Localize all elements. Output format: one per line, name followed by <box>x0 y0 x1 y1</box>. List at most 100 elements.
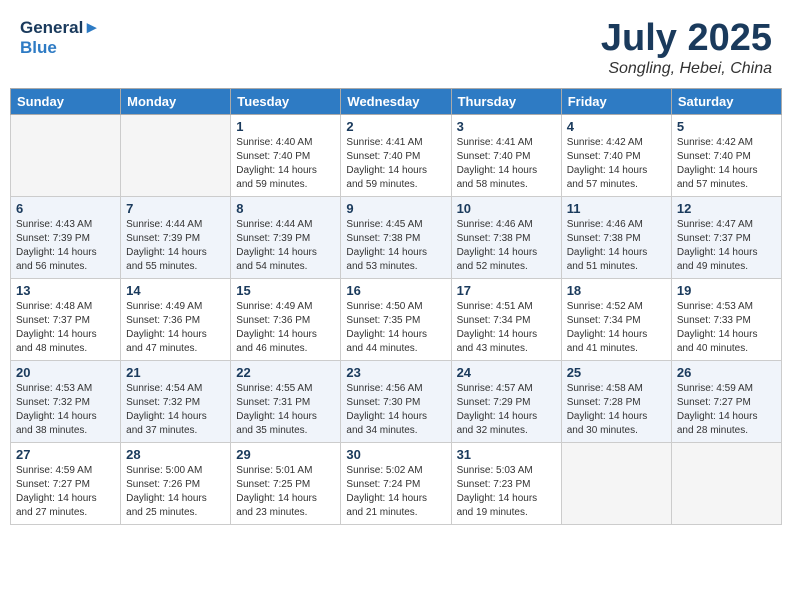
calendar-cell: 6 Sunrise: 4:43 AMSunset: 7:39 PMDaylight… <box>11 196 121 278</box>
weekday-header-thursday: Thursday <box>451 88 561 114</box>
day-number: 11 <box>567 201 666 216</box>
weekday-header-monday: Monday <box>121 88 231 114</box>
day-number: 9 <box>346 201 445 216</box>
day-info: Sunrise: 4:42 AMSunset: 7:40 PMDaylight:… <box>567 136 666 192</box>
day-number: 18 <box>567 283 666 298</box>
day-info: Sunrise: 4:52 AMSunset: 7:34 PMDaylight:… <box>567 300 666 356</box>
day-number: 8 <box>236 201 335 216</box>
calendar-week-5: 27 Sunrise: 4:59 AMSunset: 7:27 PMDayligh… <box>11 442 782 524</box>
calendar-cell: 7 Sunrise: 4:44 AMSunset: 7:39 PMDaylight… <box>121 196 231 278</box>
calendar-cell: 18 Sunrise: 4:52 AMSunset: 7:34 PMDayligh… <box>561 278 671 360</box>
day-info: Sunrise: 4:51 AMSunset: 7:34 PMDaylight:… <box>457 300 556 356</box>
calendar-cell: 14 Sunrise: 4:49 AMSunset: 7:36 PMDayligh… <box>121 278 231 360</box>
day-info: Sunrise: 4:50 AMSunset: 7:35 PMDaylight:… <box>346 300 445 356</box>
day-info: Sunrise: 4:59 AMSunset: 7:27 PMDaylight:… <box>677 382 776 438</box>
day-info: Sunrise: 4:43 AMSunset: 7:39 PMDaylight:… <box>16 218 115 274</box>
logo-subtext: Blue <box>20 38 100 58</box>
day-number: 3 <box>457 119 556 134</box>
day-info: Sunrise: 4:41 AMSunset: 7:40 PMDaylight:… <box>346 136 445 192</box>
day-number: 16 <box>346 283 445 298</box>
calendar-cell: 26 Sunrise: 4:59 AMSunset: 7:27 PMDayligh… <box>671 360 781 442</box>
day-number: 12 <box>677 201 776 216</box>
calendar-cell: 9 Sunrise: 4:45 AMSunset: 7:38 PMDaylight… <box>341 196 451 278</box>
calendar-week-2: 6 Sunrise: 4:43 AMSunset: 7:39 PMDaylight… <box>11 196 782 278</box>
day-info: Sunrise: 4:44 AMSunset: 7:39 PMDaylight:… <box>236 218 335 274</box>
weekday-header-friday: Friday <box>561 88 671 114</box>
calendar-cell: 2 Sunrise: 4:41 AMSunset: 7:40 PMDaylight… <box>341 114 451 196</box>
calendar-cell: 17 Sunrise: 4:51 AMSunset: 7:34 PMDayligh… <box>451 278 561 360</box>
month-title: July 2025 <box>601 18 772 60</box>
calendar-cell: 10 Sunrise: 4:46 AMSunset: 7:38 PMDayligh… <box>451 196 561 278</box>
calendar-cell: 24Sunrise: 4:57 AMSunset: 7:29 PMDayligh… <box>451 360 561 442</box>
calendar-cell <box>121 114 231 196</box>
day-number: 4 <box>567 119 666 134</box>
day-number: 31 <box>457 447 556 462</box>
day-info: Sunrise: 4:58 AMSunset: 7:28 PMDaylight:… <box>567 382 666 438</box>
calendar-cell: 30Sunrise: 5:02 AMSunset: 7:24 PMDayligh… <box>341 442 451 524</box>
calendar-cell: 19Sunrise: 4:53 AMSunset: 7:33 PMDayligh… <box>671 278 781 360</box>
calendar-cell: 31 Sunrise: 5:03 AMSunset: 7:23 PMDayligh… <box>451 442 561 524</box>
day-info: Sunrise: 4:42 AMSunset: 7:40 PMDaylight:… <box>677 136 776 192</box>
day-number: 22 <box>236 365 335 380</box>
calendar-cell: 5 Sunrise: 4:42 AMSunset: 7:40 PMDaylight… <box>671 114 781 196</box>
day-info: Sunrise: 4:46 AMSunset: 7:38 PMDaylight:… <box>567 218 666 274</box>
calendar-cell: 3 Sunrise: 4:41 AMSunset: 7:40 PMDaylight… <box>451 114 561 196</box>
day-number: 15 <box>236 283 335 298</box>
day-info: Sunrise: 4:45 AMSunset: 7:38 PMDaylight:… <box>346 218 445 274</box>
weekday-header-row: SundayMondayTuesdayWednesdayThursdayFrid… <box>11 88 782 114</box>
day-number: 26 <box>677 365 776 380</box>
day-info: Sunrise: 4:59 AMSunset: 7:27 PMDaylight:… <box>16 464 115 520</box>
day-number: 23 <box>346 365 445 380</box>
day-info: Sunrise: 4:46 AMSunset: 7:38 PMDaylight:… <box>457 218 556 274</box>
day-info: Sunrise: 4:40 AMSunset: 7:40 PMDaylight:… <box>236 136 335 192</box>
calendar-cell: 21 Sunrise: 4:54 AMSunset: 7:32 PMDayligh… <box>121 360 231 442</box>
day-number: 13 <box>16 283 115 298</box>
day-number: 2 <box>346 119 445 134</box>
calendar-cell: 1Sunrise: 4:40 AMSunset: 7:40 PMDaylight… <box>231 114 341 196</box>
day-info: Sunrise: 5:03 AMSunset: 7:23 PMDaylight:… <box>457 464 556 520</box>
day-info: Sunrise: 4:56 AMSunset: 7:30 PMDaylight:… <box>346 382 445 438</box>
day-info: Sunrise: 4:48 AMSunset: 7:37 PMDaylight:… <box>16 300 115 356</box>
day-info: Sunrise: 4:54 AMSunset: 7:32 PMDaylight:… <box>126 382 225 438</box>
calendar-week-3: 13 Sunrise: 4:48 AMSunset: 7:37 PMDayligh… <box>11 278 782 360</box>
day-number: 6 <box>16 201 115 216</box>
day-number: 19 <box>677 283 776 298</box>
day-number: 7 <box>126 201 225 216</box>
weekday-header-saturday: Saturday <box>671 88 781 114</box>
calendar-cell <box>11 114 121 196</box>
calendar-cell: 28 Sunrise: 5:00 AMSunset: 7:26 PMDayligh… <box>121 442 231 524</box>
calendar-cell: 23 Sunrise: 4:56 AMSunset: 7:30 PMDayligh… <box>341 360 451 442</box>
day-number: 28 <box>126 447 225 462</box>
weekday-header-tuesday: Tuesday <box>231 88 341 114</box>
calendar-table: SundayMondayTuesdayWednesdayThursdayFrid… <box>10 88 782 525</box>
day-info: Sunrise: 4:49 AMSunset: 7:36 PMDaylight:… <box>126 300 225 356</box>
calendar-cell: 25 Sunrise: 4:58 AMSunset: 7:28 PMDayligh… <box>561 360 671 442</box>
day-info: Sunrise: 4:41 AMSunset: 7:40 PMDaylight:… <box>457 136 556 192</box>
day-number: 21 <box>126 365 225 380</box>
day-info: Sunrise: 4:44 AMSunset: 7:39 PMDaylight:… <box>126 218 225 274</box>
calendar-cell: 13 Sunrise: 4:48 AMSunset: 7:37 PMDayligh… <box>11 278 121 360</box>
day-number: 10 <box>457 201 556 216</box>
calendar-cell <box>561 442 671 524</box>
day-number: 14 <box>126 283 225 298</box>
logo: General► Blue <box>20 18 100 57</box>
calendar-cell: 29Sunrise: 5:01 AMSunset: 7:25 PMDayligh… <box>231 442 341 524</box>
day-info: Sunrise: 5:00 AMSunset: 7:26 PMDaylight:… <box>126 464 225 520</box>
calendar-cell: 20 Sunrise: 4:53 AMSunset: 7:32 PMDayligh… <box>11 360 121 442</box>
weekday-header-sunday: Sunday <box>11 88 121 114</box>
location-title: Songling, Hebei, China <box>601 60 772 78</box>
day-info: Sunrise: 5:02 AMSunset: 7:24 PMDaylight:… <box>346 464 445 520</box>
day-info: Sunrise: 4:47 AMSunset: 7:37 PMDaylight:… <box>677 218 776 274</box>
day-info: Sunrise: 4:53 AMSunset: 7:32 PMDaylight:… <box>16 382 115 438</box>
calendar-cell: 11 Sunrise: 4:46 AMSunset: 7:38 PMDayligh… <box>561 196 671 278</box>
day-number: 27 <box>16 447 115 462</box>
calendar-cell: 15 Sunrise: 4:49 AMSunset: 7:36 PMDayligh… <box>231 278 341 360</box>
calendar-cell <box>671 442 781 524</box>
day-number: 5 <box>677 119 776 134</box>
day-number: 25 <box>567 365 666 380</box>
calendar-cell: 12 Sunrise: 4:47 AMSunset: 7:37 PMDayligh… <box>671 196 781 278</box>
calendar-week-1: 1Sunrise: 4:40 AMSunset: 7:40 PMDaylight… <box>11 114 782 196</box>
day-number: 20 <box>16 365 115 380</box>
day-number: 17 <box>457 283 556 298</box>
day-info: Sunrise: 4:49 AMSunset: 7:36 PMDaylight:… <box>236 300 335 356</box>
